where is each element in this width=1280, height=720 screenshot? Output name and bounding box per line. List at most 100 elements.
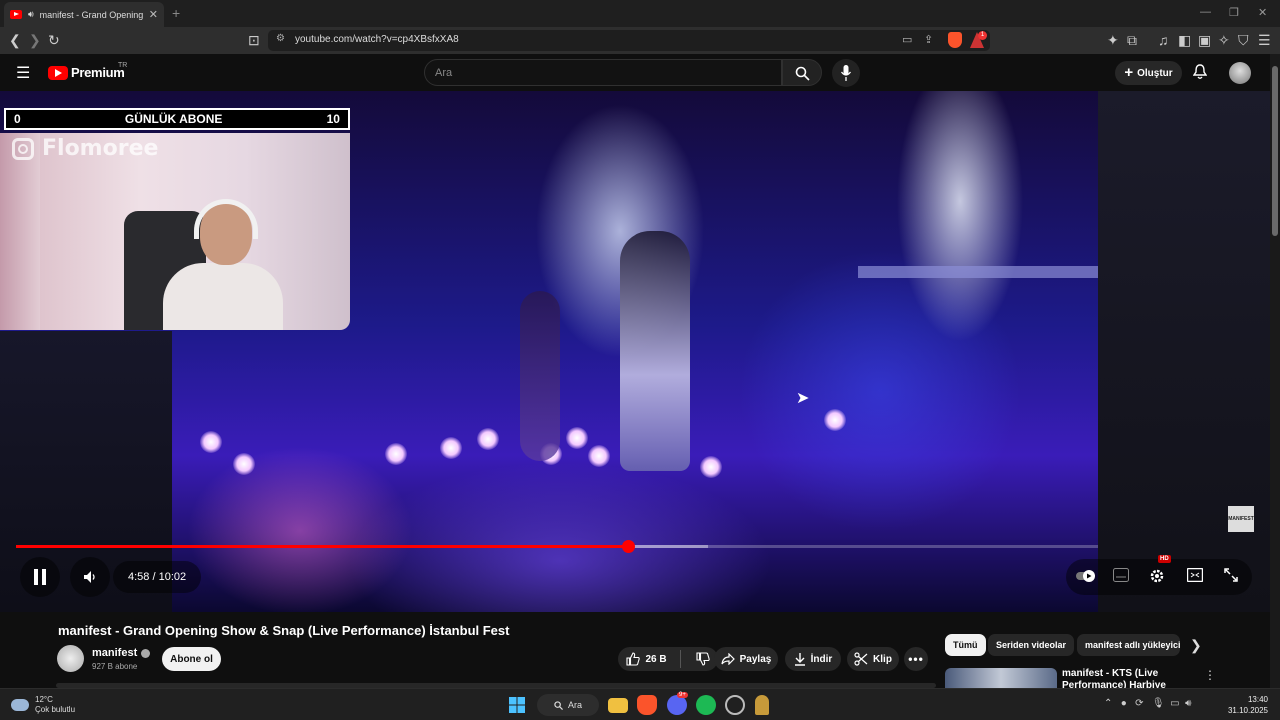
create-button[interactable]: + Oluştur (1115, 61, 1182, 85)
subscribe-button[interactable]: Abone ol (162, 647, 221, 671)
notifications-bell-icon[interactable] (1193, 64, 1207, 80)
maximize-icon[interactable]: ❐ (1229, 6, 1239, 19)
like-count: 26 B (645, 653, 667, 665)
instagram-handle: Flomoree (42, 136, 159, 161)
windows-start-icon[interactable] (509, 697, 525, 713)
taskbar: 12°C Çok bulutlu Ara 9+ ⌃ ● ⟳ 🎙︎ ▭ 🔊︎ 13… (0, 688, 1280, 720)
headset (194, 199, 258, 239)
media-icon[interactable]: ♫ (1158, 32, 1169, 48)
subtitles-icon[interactable] (1113, 568, 1129, 582)
search-input[interactable]: Ara (424, 59, 782, 86)
weather-widget[interactable]: 12°C Çok bulutlu (11, 695, 111, 715)
chip-series[interactable]: Seriden videolar (988, 634, 1075, 656)
daily-subscriber-counter: 0 GÜNLÜK ABONE 10 (4, 108, 350, 130)
wallet-icon[interactable]: ▣ (1198, 32, 1211, 48)
channel-avatar[interactable] (57, 645, 84, 672)
file-explorer-icon[interactable] (608, 698, 628, 713)
voice-search-button[interactable] (832, 59, 860, 87)
chip-all[interactable]: Tümü (945, 634, 986, 656)
subscriber-count: 927 B abone (92, 662, 138, 671)
microphone-icon[interactable]: 🎙︎ (1152, 698, 1165, 709)
menu-icon[interactable]: ☰ (1258, 32, 1271, 48)
bookmark-icon[interactable]: ⊡ (248, 32, 260, 48)
forward-icon[interactable]: ❯ (29, 32, 41, 48)
like-button[interactable]: 26 B (626, 652, 667, 666)
more-actions-button[interactable]: ••• (904, 647, 928, 671)
network-icon[interactable]: ▭ (1170, 698, 1179, 709)
like-dislike-group: 26 B (618, 647, 718, 671)
reload-icon[interactable]: ↻ (48, 32, 60, 48)
youtube-favicon-icon (10, 10, 22, 19)
clip-label: Klip (873, 653, 892, 665)
system-clock[interactable]: 13:40 31.10.2025 (1222, 694, 1268, 716)
chip-uploader[interactable]: manifest adlı yükleyici (1077, 634, 1180, 656)
fullscreen-icon[interactable] (1224, 568, 1238, 582)
stage-light (385, 443, 407, 465)
obs-icon[interactable] (725, 695, 745, 715)
share-button[interactable]: Paylaş (714, 647, 778, 671)
video-player[interactable]: 0 GÜNLÜK ABONE 10 Flomoree ➤ MANIFEST 4:… (0, 91, 1270, 612)
share-page-icon[interactable]: ⇪ (924, 33, 933, 46)
search-button[interactable] (782, 59, 822, 86)
seek-bar[interactable] (16, 540, 1098, 553)
channel-watermark[interactable]: MANIFEST (1228, 506, 1254, 532)
hamburger-menu-icon[interactable]: ☰ (16, 63, 30, 83)
brave-browser-icon[interactable] (637, 695, 657, 715)
download-button[interactable]: İndir (785, 647, 841, 671)
vpn-icon[interactable]: ⛉ (1238, 32, 1249, 48)
scrollbar-thumb[interactable] (1272, 66, 1278, 236)
chevron-up-icon[interactable]: ⌃ (1104, 698, 1112, 709)
brave-shield-icon[interactable] (948, 32, 962, 48)
more-vertical-icon[interactable]: ⋮ (1204, 668, 1216, 682)
league-client-icon[interactable] (755, 695, 769, 715)
browser-tab[interactable]: 🔊︎ manifest - Grand Opening Sh ✕ (4, 2, 164, 27)
close-window-icon[interactable]: ✕ (1258, 6, 1267, 19)
discord-icon[interactable] (667, 695, 687, 715)
system-tray[interactable]: ⌃ ● ⟳ 🎙︎ ▭ 🔊︎ (1104, 698, 1191, 709)
chevron-right-icon[interactable]: ❯ (1190, 637, 1202, 654)
speaker-icon: 🔊︎ (28, 9, 34, 19)
new-tab-icon[interactable]: + (172, 5, 180, 21)
plus-icon: + (1124, 64, 1134, 81)
autoplay-toggle-icon[interactable] (1076, 570, 1096, 582)
minimize-icon[interactable]: — (1200, 6, 1211, 18)
channel-name-row[interactable]: manifest (92, 647, 151, 659)
nvidia-icon[interactable]: ● (1121, 698, 1127, 709)
cast-icon[interactable]: ▭ (902, 33, 912, 46)
theater-mode-icon[interactable] (1187, 568, 1203, 582)
browser-toolbar: ❮ ❯ ↻ ⊡ ⚙ youtube.com/watch?v=cp4XBsfxXA… (0, 27, 1280, 54)
youtube-logo-icon[interactable] (48, 66, 68, 80)
sync-icon[interactable]: ⟳ (1135, 698, 1143, 709)
clip-button[interactable]: Klip (847, 647, 899, 671)
close-tab-icon[interactable]: ✕ (149, 8, 158, 21)
url-text: youtube.com/watch?v=cp4XBsfxXA8 (295, 34, 459, 45)
counter-current: 0 (14, 112, 21, 126)
page-scrollbar[interactable] (1270, 54, 1280, 688)
discord-badge: 9+ (677, 692, 688, 698)
stage-light (477, 428, 499, 450)
temperature: 12°C (35, 695, 53, 704)
account-avatar[interactable] (1229, 62, 1251, 84)
extensions-icon[interactable]: ✦ (1107, 32, 1119, 48)
youtube-logo-text[interactable]: Premium (71, 65, 125, 80)
back-icon[interactable]: ❮ (9, 32, 21, 48)
site-info-icon[interactable]: ⚙ (276, 33, 285, 44)
settings-gear-icon[interactable] (1149, 568, 1165, 584)
dancer (520, 291, 560, 461)
related-video-thumbnail[interactable] (945, 668, 1057, 688)
leo-ai-icon[interactable]: ✧ (1218, 32, 1230, 48)
speaker-icon[interactable]: 🔊︎ (1185, 698, 1191, 709)
pause-button[interactable] (20, 557, 60, 597)
channel-name[interactable]: manifest (92, 647, 137, 659)
sidebar-icon[interactable]: ◧ (1178, 32, 1191, 48)
thumbs-up-icon (626, 652, 641, 666)
related-video-title[interactable]: manifest - KTS (Live Performance) Harbiy… (1062, 668, 1187, 688)
spotify-icon[interactable] (696, 695, 716, 715)
thumbs-down-icon[interactable] (696, 652, 710, 666)
screenshot-icon[interactable]: ⧉ (1127, 32, 1137, 48)
youtube-header: ☰ Premium TR Ara + Oluştur (0, 54, 1270, 91)
address-bar[interactable]: ⚙ youtube.com/watch?v=cp4XBsfxXA8 ▭ ⇪ 1 (268, 30, 990, 51)
taskbar-search[interactable]: Ara (537, 694, 599, 716)
volume-button[interactable] (70, 557, 110, 597)
microphone-icon (841, 65, 851, 81)
